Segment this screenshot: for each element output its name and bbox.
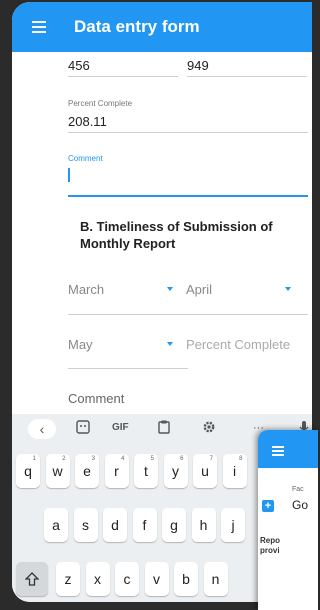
chevron-down-icon[interactable] [285,287,291,291]
key-y[interactable]: y6 [163,454,188,488]
clipboard-icon[interactable] [158,420,170,437]
row1-right-value[interactable]: 949 [187,58,209,73]
floating-app-window[interactable]: + Fac Go Repo provi [258,430,318,610]
percent-complete-label: Percent Complete [68,99,133,108]
month-select-april[interactable]: April [186,282,212,297]
key-i[interactable]: i8 [222,454,247,488]
key-b[interactable]: b [174,562,198,596]
sticker-icon[interactable] [76,420,90,437]
key-z[interactable]: z [56,562,80,596]
overlay-rep: Repo [260,536,280,545]
key-j[interactable]: j [221,508,245,542]
form-content[interactable]: 456 949 Percent Complete 208.11 Comment … [12,52,312,414]
divider [68,76,178,77]
overlay-prov: provi [260,546,280,555]
key-u[interactable]: u7 [193,454,217,488]
key-w[interactable]: w2 [45,454,70,488]
key-c[interactable]: c [115,562,139,596]
month-select-march[interactable]: March [68,282,104,297]
app-bar: Data entry form [12,2,312,52]
menu-icon[interactable] [32,18,46,36]
key-s[interactable]: s [73,508,98,542]
comment-field-underline[interactable] [68,195,308,197]
chevron-down-icon[interactable] [167,342,173,346]
app-title: Data entry form [74,17,200,36]
key-t[interactable]: t5 [134,454,158,488]
divider [68,368,188,369]
key-x[interactable]: x [85,562,110,596]
month-select-may[interactable]: May [68,337,93,352]
chevron-down-icon[interactable] [167,287,173,291]
divider [187,76,307,77]
back-button[interactable]: ‹ [28,419,56,439]
overlay-label-fac: Fac [292,486,304,493]
overlay-app-bar [258,430,318,468]
menu-icon[interactable] [272,444,284,458]
comment-input[interactable]: Comment [68,391,124,406]
key-e[interactable]: e3 [75,454,99,488]
percent-complete-field[interactable]: 208.11 [68,114,107,129]
divider [68,132,308,133]
key-f[interactable]: f [132,508,157,542]
text-cursor [68,168,70,182]
shift-key[interactable] [16,562,48,596]
key-d[interactable]: d [103,508,127,542]
key-v[interactable]: v [144,562,169,596]
key-h[interactable]: h [191,508,216,542]
gif-button[interactable]: GIF [112,422,129,433]
comment-label: Comment [68,154,103,163]
settings-icon[interactable] [202,420,216,437]
section-title: B. Timeliness of Submission of Monthly R… [80,219,273,251]
overlay-value-go[interactable]: Go [292,498,308,512]
percent-complete-input[interactable]: Percent Complete [186,337,290,352]
key-a[interactable]: a [44,508,68,542]
key-n[interactable]: n [203,562,228,596]
key-g[interactable]: g [162,508,186,542]
shift-icon [25,572,39,586]
key-r[interactable]: r4 [104,454,129,488]
divider [68,314,308,315]
row1-left-value[interactable]: 456 [68,58,90,73]
key-q[interactable]: q1 [16,454,40,488]
add-icon[interactable]: + [262,500,274,512]
